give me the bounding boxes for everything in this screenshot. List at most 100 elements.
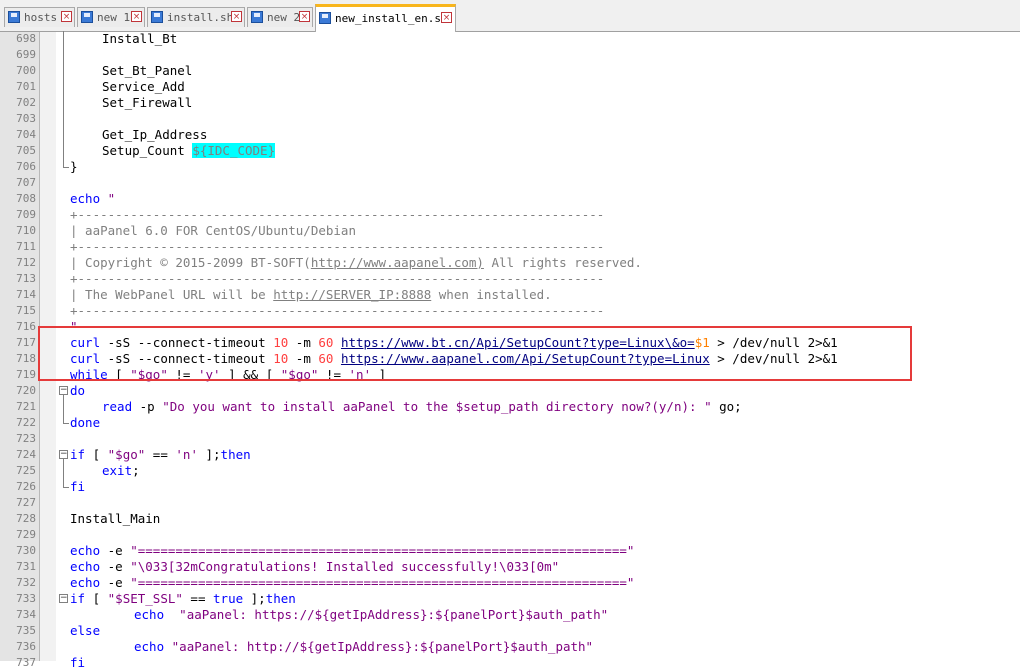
code-token: fi [70,655,86,670]
line-number: 708 [16,192,36,205]
code-text: } [70,159,78,175]
code-token: +---------------------------------------… [70,303,605,318]
code-token: read [102,399,133,414]
code-token: then [220,447,251,462]
code-token: 60 [318,351,334,366]
code-line: 702 Set_Firewall [0,95,1020,111]
code-line: 705 Setup_Count ${IDC_CODE} [0,143,1020,159]
code-line: 716 " [0,319,1020,335]
tab-new-install-en-sh[interactable]: new_install_en.sh × [315,4,456,32]
code-token: Set_Bt_Panel [102,63,193,78]
code-token: [ [85,447,108,462]
code-token: All rights reserved. [483,255,642,270]
code-token: "$go" [107,447,146,462]
code-line: 706} [0,159,1020,175]
code-text: | Copyright © 2015-2099 BT-SOFT(http://w… [70,255,642,271]
code-token: ${IDC_CODE} [192,143,276,158]
close-tab-icon[interactable]: × [231,11,242,22]
line-number: 727 [16,496,36,509]
line-number: 714 [16,288,36,301]
code-token: -e [100,575,131,590]
code-token: "aaPanel: https://${getIpAddress}:${pane… [179,607,609,622]
code-text: read -p "Do you want to install aaPanel … [102,399,742,415]
code-token: do [70,383,86,398]
code-line: 721 read -p "Do you want to install aaPan… [0,399,1020,415]
tab-label: install.sh [167,11,234,24]
tab-hosts[interactable]: hosts × [4,7,75,27]
code-token: [ [85,591,108,606]
line-number: 726 [16,480,36,493]
code-text: Install_Main [70,511,160,527]
code-text: Setup_Count ${IDC_CODE} [102,143,276,159]
code-line: 730 echo -e "============================… [0,543,1020,559]
code-line: 710 | aaPanel 6.0 FOR CentOS/Ubuntu/Debia… [0,223,1020,239]
code-token: echo [70,191,101,206]
line-number: 718 [16,352,36,365]
tab-install-sh[interactable]: install.sh × [147,7,245,27]
line-number: 702 [16,96,36,109]
code-token: == [145,447,176,462]
close-tab-icon[interactable]: × [299,11,310,22]
code-token: ]; [243,591,266,606]
close-tab-icon[interactable]: × [61,11,72,22]
code-token: http://SERVER_IP:8888 [273,287,432,302]
line-number: 719 [16,368,36,381]
code-text: curl -sS --connect-timeout 10 -m 60 http… [70,335,838,351]
code-line: 734 echo "aaPanel: https://${getIpAddress… [0,607,1020,623]
save-disk-icon [151,11,163,23]
code-token: "$go" [280,367,319,382]
code-token: >&1 [815,351,838,366]
code-text: " [70,319,78,335]
save-disk-icon [319,12,331,24]
code-token: echo [70,543,101,558]
code-token: if [70,591,86,606]
code-token: 'n' [348,367,372,382]
save-disk-icon [8,11,20,23]
code-text: if [ "$SET_SSL" == true ];then [70,591,296,607]
code-token: when installed. [431,287,552,302]
code-token: ] [371,367,387,382]
tab-label: new 2 [267,11,301,24]
code-text: Set_Firewall [102,95,192,111]
code-token: -e [100,543,131,558]
code-token: -sS --connect-timeout [100,335,274,350]
close-tab-icon[interactable]: × [131,11,142,22]
tab-new-2[interactable]: new 2 × [247,7,313,27]
code-token: while [70,367,108,382]
code-text: Set_Bt_Panel [102,63,192,79]
code-line: 731 echo -e "\033[32mCongratulations! Ins… [0,559,1020,575]
code-line: 699 [0,47,1020,63]
code-token: 10 [273,335,289,350]
code-token: fi [70,479,86,494]
code-line: 725 exit; [0,463,1020,479]
code-line: 735 else [0,623,1020,639]
code-token: else [70,623,101,638]
line-number: 707 [16,176,36,189]
code-text: Install_Bt [102,31,177,47]
fold-toggle-icon[interactable]: − [59,386,68,395]
code-line: 714 | The WebPanel URL will be http://SER… [0,287,1020,303]
line-number: 701 [16,80,36,93]
tab-bar: hosts × new 1 × install.sh × new 2 × new… [0,0,1020,32]
line-number: 729 [16,528,36,541]
tab-new-1[interactable]: new 1 × [77,7,145,27]
code-line: 703 [0,111,1020,127]
code-text: while [ "$go" != 'y' ] && [ "$go" != 'n'… [70,367,386,383]
code-token: "=======================================… [130,543,635,558]
code-text: echo -e "\033[32mCongratulations! Instal… [70,559,559,575]
save-disk-icon [251,11,263,23]
fold-toggle-icon[interactable]: − [59,450,68,459]
close-tab-icon[interactable]: × [441,12,452,23]
code-text: echo "aaPanel: http://${getIpAddress}:${… [134,639,593,655]
code-token: "Do you want to install aaPanel to the $… [162,399,712,414]
fold-toggle-icon[interactable]: − [59,594,68,603]
code-token: "$SET_SSL" [107,591,183,606]
code-text: else [70,623,100,639]
code-token: +---------------------------------------… [70,239,605,254]
code-text: if [ "$go" == 'n' ];then [70,447,251,463]
code-line: 698 Install_Bt [0,31,1020,47]
code-token: Install_Bt [102,31,178,46]
